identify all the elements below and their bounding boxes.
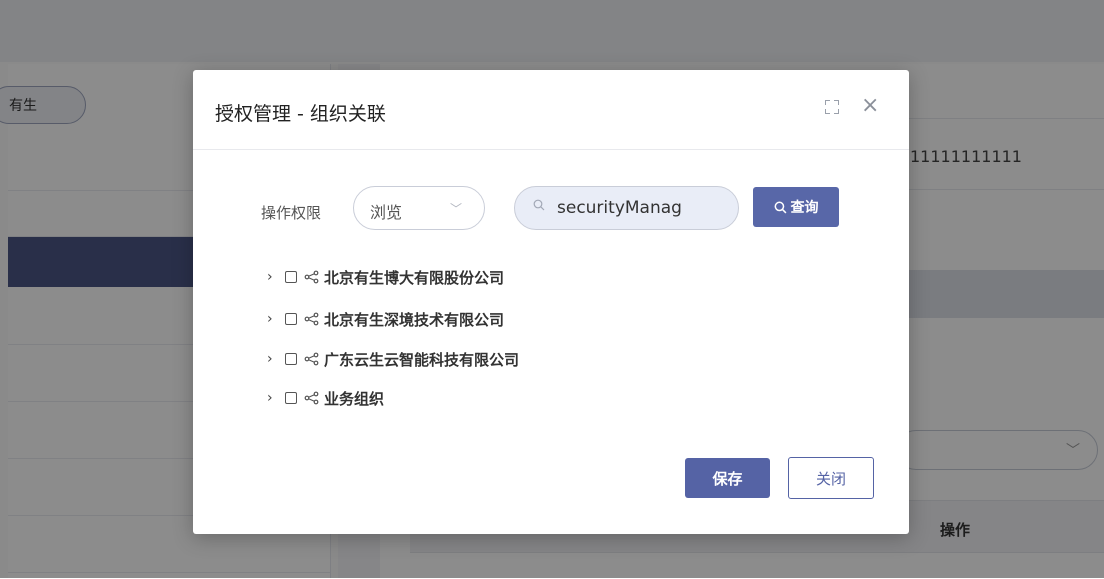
- tree-node-label: 业务组织: [324, 389, 385, 408]
- close-icon[interactable]: ×: [861, 94, 879, 118]
- tree-node-label: 广东云生云智能科技有限公司: [324, 350, 520, 369]
- org-share-icon: [304, 391, 319, 405]
- org-share-icon: [304, 312, 319, 326]
- search-icon: [533, 199, 545, 211]
- tree-node[interactable]: › 北京有生博大有限股份公司: [267, 267, 587, 287]
- close-button[interactable]: 关闭: [788, 457, 874, 499]
- tree-node[interactable]: › 广东云生云智能科技有限公司: [267, 349, 587, 369]
- chevron-down-icon: ﹀: [450, 202, 463, 216]
- tree-node[interactable]: › 北京有生深境技术有限公司: [267, 309, 587, 329]
- dialog-title: 授权管理 - 组织关联: [215, 103, 386, 125]
- expand-arrow-icon[interactable]: ›: [267, 351, 285, 367]
- tree-checkbox[interactable]: [285, 271, 297, 283]
- tree-node[interactable]: › 业务组织: [267, 388, 587, 408]
- dialog-header: 授权管理 - 组织关联 ×: [193, 70, 909, 150]
- org-share-icon: [304, 270, 319, 284]
- search-input[interactable]: [557, 196, 729, 220]
- expand-arrow-icon[interactable]: ›: [267, 269, 285, 285]
- tree-checkbox[interactable]: [285, 313, 297, 325]
- tree-checkbox[interactable]: [285, 392, 297, 404]
- permission-select[interactable]: 浏览 ﹀: [353, 186, 485, 230]
- query-button[interactable]: 查询: [753, 187, 839, 227]
- query-button-label: 查询: [790, 200, 819, 216]
- org-association-dialog: 授权管理 - 组织关联 × 操作权限 浏览 ﹀ 查询 ›: [193, 70, 909, 534]
- expand-arrow-icon[interactable]: ›: [267, 390, 285, 406]
- search-icon: [774, 201, 786, 213]
- maximize-icon[interactable]: [825, 100, 839, 114]
- tree-checkbox[interactable]: [285, 353, 297, 365]
- save-button[interactable]: 保存: [685, 458, 770, 498]
- tree-node-label: 北京有生深境技术有限公司: [324, 310, 505, 329]
- tree-node-label: 北京有生博大有限股份公司: [324, 268, 505, 287]
- org-share-icon: [304, 352, 319, 366]
- permission-label: 操作权限: [261, 204, 322, 222]
- permission-select-value: 浏览: [370, 203, 403, 222]
- search-box[interactable]: [514, 186, 739, 230]
- expand-arrow-icon[interactable]: ›: [267, 311, 285, 327]
